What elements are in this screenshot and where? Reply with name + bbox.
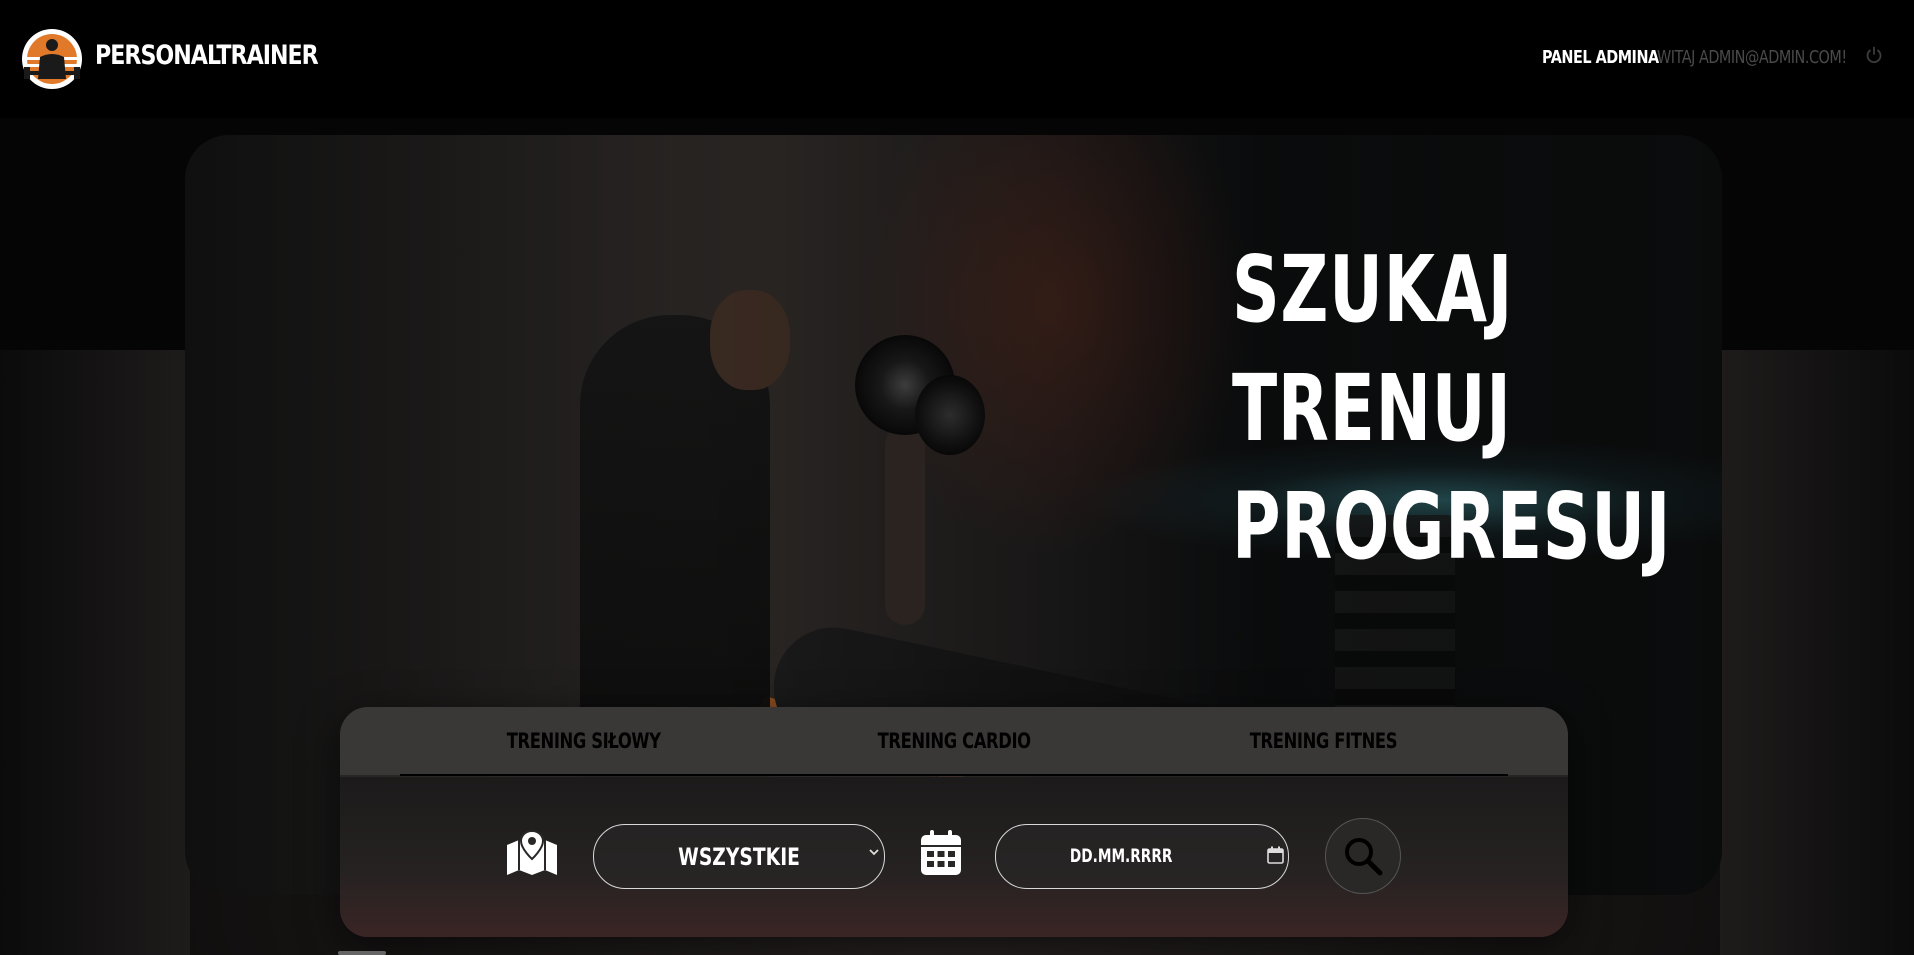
slogan-line-1: SZUKAJ (1232, 236, 1514, 343)
slogan-line-2: TRENUJ (1232, 355, 1512, 462)
trainer-logo-icon[interactable] (20, 27, 84, 91)
map-marker-icon (507, 829, 557, 875)
slogan-line-3: PROGRESUJ (1232, 473, 1672, 580)
tab-cardio-training[interactable]: TRENING CARDIO (804, 729, 1104, 753)
user-greeting: WITAJ ADMIN@ADMIN.COM! (1657, 47, 1847, 68)
location-select[interactable]: WSZYSTKIE (593, 824, 885, 889)
tabs-divider (400, 774, 1508, 776)
search-icon (1345, 838, 1383, 876)
tab-label: TRENING CARDIO (877, 729, 1031, 753)
top-navigation: PERSONALTRAINER PANEL ADMINA WITAJ ADMIN… (0, 0, 1914, 118)
search-button[interactable] (1325, 818, 1401, 894)
calendar-icon (921, 830, 961, 875)
background-left-shade (0, 350, 190, 955)
date-input[interactable]: DD.MM.RRRR (995, 824, 1289, 889)
tab-fitness-training[interactable]: TRENING FITNES (1173, 729, 1473, 753)
tab-label: TRENING FITNES (1249, 729, 1397, 753)
tab-label: TRENING SIŁOWY (507, 729, 661, 753)
date-placeholder: DD.MM.RRRR (1069, 845, 1173, 867)
power-icon[interactable] (1865, 46, 1883, 64)
date-picker-icon[interactable] (1267, 846, 1284, 864)
brand-name[interactable]: PERSONALTRAINER (95, 40, 319, 71)
admin-panel-link[interactable]: PANEL ADMINA (1542, 47, 1659, 68)
scroll-indicator (338, 951, 386, 955)
background-right-shade (1720, 350, 1914, 955)
chevron-down-icon[interactable] (868, 846, 880, 858)
location-select-value: WSZYSTKIE (678, 843, 800, 871)
tab-strength-training[interactable]: TRENING SIŁOWY (434, 729, 734, 753)
